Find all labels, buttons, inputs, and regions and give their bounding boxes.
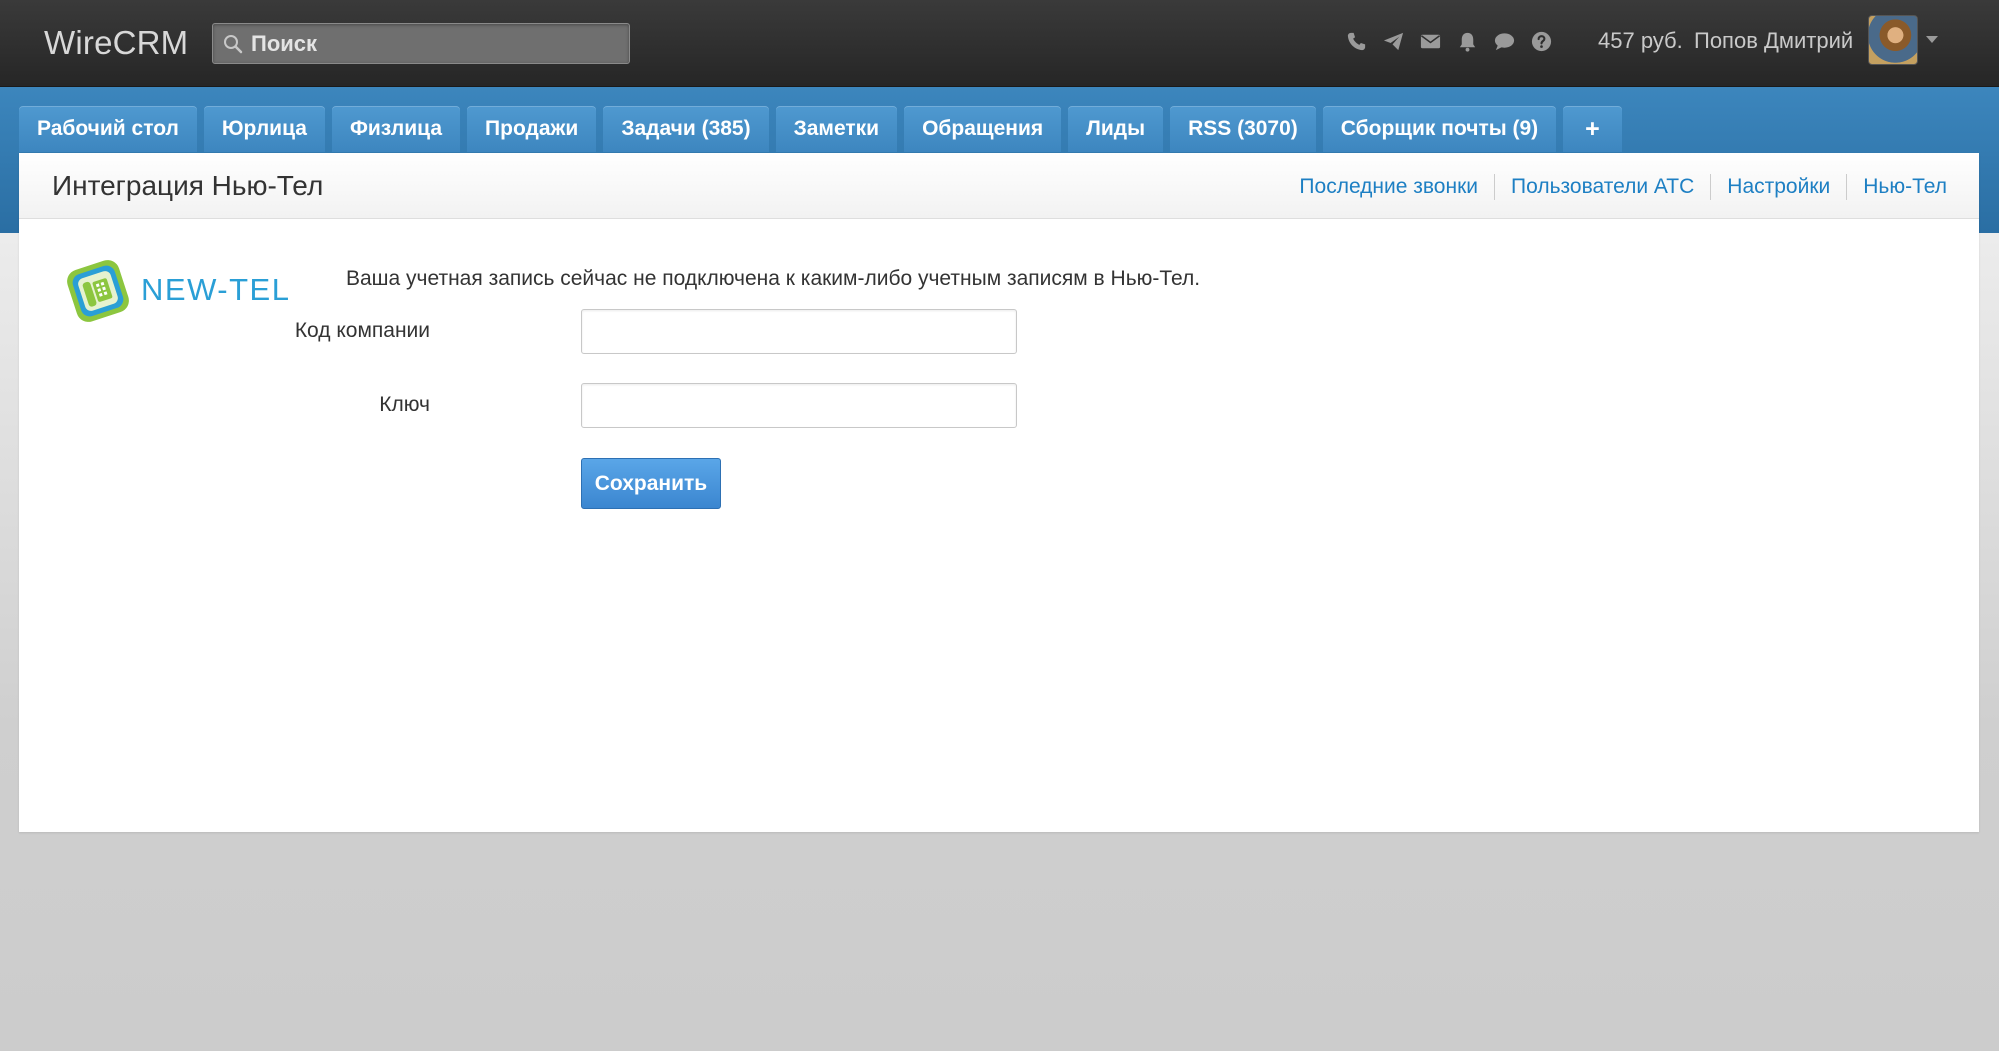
main-tabs: Рабочий стол Юрлица Физлица Продажи Зада… xyxy=(19,106,1622,152)
add-tab-button[interactable]: + xyxy=(1563,106,1622,152)
account-balance[interactable]: 457 руб. xyxy=(1598,28,1683,54)
logo-text: NEW-TEL xyxy=(141,272,290,307)
search-input[interactable] xyxy=(251,24,621,63)
link-newtel[interactable]: Нью-Тел xyxy=(1846,174,1947,200)
link-recent-calls[interactable]: Последние звонки xyxy=(1283,174,1494,200)
search-box[interactable] xyxy=(212,23,630,64)
tab-desktop[interactable]: Рабочий стол xyxy=(19,106,197,152)
tab-companies[interactable]: Юрлица xyxy=(203,106,325,152)
search-icon xyxy=(224,35,243,54)
help-icon[interactable] xyxy=(1530,30,1553,53)
header-icons xyxy=(1345,28,1553,54)
link-settings[interactable]: Настройки xyxy=(1710,174,1846,200)
sub-navigation: Последние звонки Пользователи АТС Настро… xyxy=(1283,174,1947,200)
tab-sales[interactable]: Продажи xyxy=(467,106,597,152)
send-icon[interactable] xyxy=(1382,30,1405,53)
newtel-logo: NEW-TEL xyxy=(67,260,290,322)
company-code-label: Код компании xyxy=(294,319,430,342)
content-card: Интеграция Нью-Тел Последние звонки Поль… xyxy=(19,153,1979,832)
top-header: WireCRM 457 руб. xyxy=(0,0,1999,87)
tab-tasks[interactable]: Задачи (385) xyxy=(603,106,769,152)
key-label: Ключ xyxy=(379,393,430,416)
avatar[interactable] xyxy=(1868,15,1918,65)
tab-persons[interactable]: Физлица xyxy=(331,106,461,152)
tab-mail-collector[interactable]: Сборщик почты (9) xyxy=(1322,106,1557,152)
save-button[interactable]: Сохранить xyxy=(581,458,721,509)
connection-notice: Ваша учетная запись сейчас не подключена… xyxy=(346,267,1201,290)
company-code-input[interactable] xyxy=(581,309,1017,354)
tab-notes[interactable]: Заметки xyxy=(775,106,898,152)
bell-icon[interactable] xyxy=(1456,30,1479,53)
link-pbx-users[interactable]: Пользователи АТС xyxy=(1494,174,1710,200)
page-title: Интеграция Нью-Тел xyxy=(52,170,324,201)
mail-icon[interactable] xyxy=(1419,30,1442,53)
tab-rss[interactable]: RSS (3070) xyxy=(1170,106,1316,152)
user-name[interactable]: Попов Дмитрий xyxy=(1694,28,1853,54)
card-header: Интеграция Нью-Тел Последние звонки Поль… xyxy=(19,153,1979,219)
chevron-down-icon[interactable] xyxy=(1926,36,1938,43)
phone-icon[interactable] xyxy=(1345,30,1368,53)
brand-logo[interactable]: WireCRM xyxy=(44,24,188,62)
tab-leads[interactable]: Лиды xyxy=(1068,106,1164,152)
tab-requests[interactable]: Обращения xyxy=(904,106,1062,152)
key-input[interactable] xyxy=(581,383,1017,428)
chat-icon[interactable] xyxy=(1493,30,1516,53)
